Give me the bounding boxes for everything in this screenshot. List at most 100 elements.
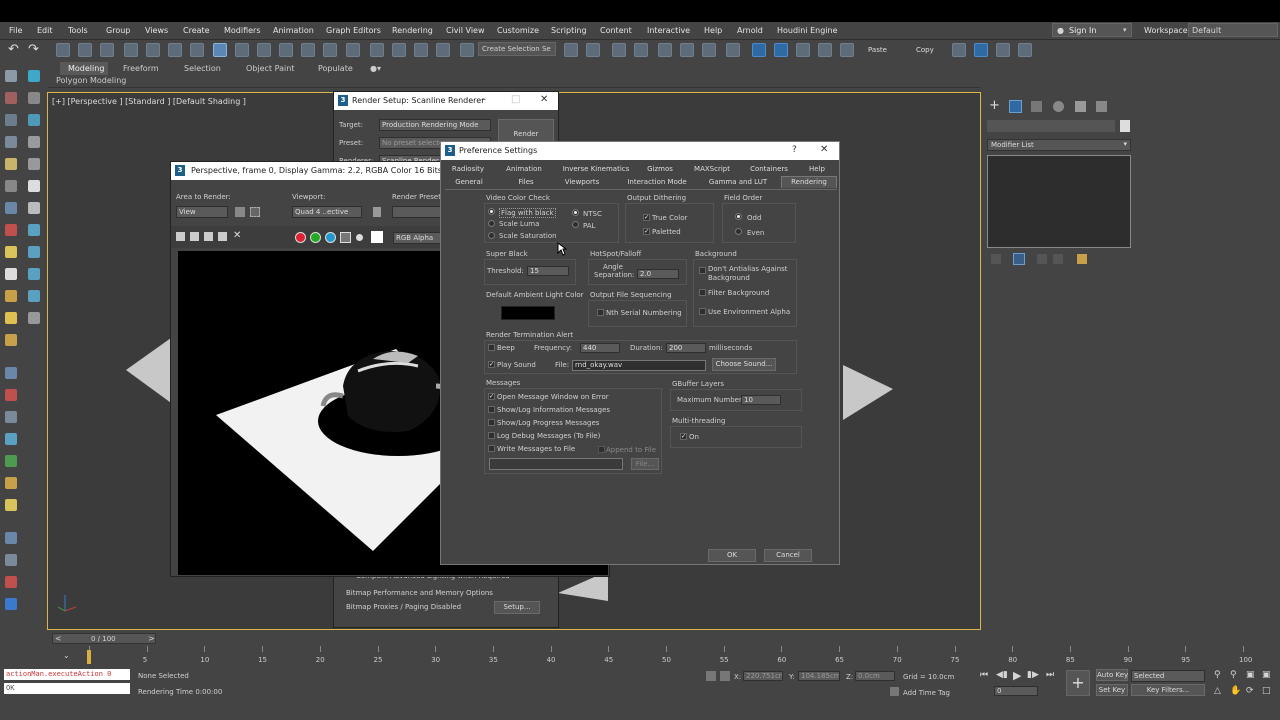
- area-to-render-dropdown[interactable]: View: [176, 206, 228, 218]
- select-by-name-icon[interactable]: [168, 43, 182, 57]
- menu-arnold[interactable]: Arnold: [737, 26, 763, 35]
- undo-icon[interactable]: ↶: [8, 42, 19, 57]
- material-editor-icon[interactable]: [726, 43, 740, 57]
- object-color-swatch[interactable]: [1120, 120, 1130, 132]
- even-label[interactable]: Even: [747, 229, 764, 237]
- render-setup-titlebar[interactable]: 3 Render Setup: Scanline Renderer – □ ✕: [334, 92, 558, 110]
- select-object-icon[interactable]: [146, 43, 160, 57]
- frequency-spinner[interactable]: 440: [580, 343, 620, 353]
- sign-in-button[interactable]: ● Sign In ▾: [1052, 23, 1132, 37]
- go-to-end-icon[interactable]: ⏭: [1046, 670, 1054, 680]
- pivot-center-icon[interactable]: [323, 43, 337, 57]
- copy-button[interactable]: Copy: [916, 46, 934, 54]
- tab-rendering[interactable]: Rendering: [781, 176, 837, 188]
- book-icon[interactable]: [996, 43, 1010, 57]
- key-selection-dropdown[interactable]: Selected: [1131, 670, 1205, 682]
- open-msg-window-checkbox[interactable]: ✓: [488, 393, 495, 400]
- globe-icon[interactable]: [5, 532, 17, 544]
- threshold-spinner[interactable]: 15: [527, 266, 569, 276]
- tab-freeform[interactable]: Freeform: [123, 64, 159, 73]
- edit-named-selection-icon[interactable]: [460, 43, 474, 57]
- show-info-label[interactable]: Show/Log Information Messages: [497, 406, 610, 414]
- tab-inverse-kinematics[interactable]: Inverse Kinematics: [561, 164, 631, 176]
- angle-separation-spinner[interactable]: 2.0: [637, 269, 679, 279]
- play-sound-label[interactable]: Play Sound: [497, 361, 536, 369]
- use-env-alpha-label[interactable]: Use Environment Alpha: [708, 308, 790, 316]
- maxscript-listener-input[interactable]: actionMan.executeAction 0: [4, 669, 130, 680]
- show-progress-checkbox[interactable]: [488, 419, 495, 426]
- sphere-gold-icon[interactable]: [5, 334, 17, 346]
- set-key-mode-icon[interactable]: +: [1066, 670, 1090, 696]
- menu-group[interactable]: Group: [106, 26, 130, 35]
- menu-graph-editors[interactable]: Graph Editors: [326, 26, 381, 35]
- dynamics-icon[interactable]: [5, 389, 17, 401]
- y-coordinate-field[interactable]: 104.185cm: [798, 671, 840, 681]
- schematic-view-icon[interactable]: [702, 43, 716, 57]
- library-icon[interactable]: [1018, 43, 1032, 57]
- absolute-mode-icon[interactable]: [720, 671, 730, 681]
- record-icon[interactable]: [5, 576, 17, 588]
- x-coordinate-field[interactable]: 220.751cm: [743, 671, 783, 681]
- show-progress-label[interactable]: Show/Log Progress Messages: [497, 419, 599, 427]
- print-image-icon[interactable]: [218, 232, 227, 241]
- 3ds-icon[interactable]: [5, 598, 17, 610]
- rectangular-selection-icon[interactable]: [190, 43, 204, 57]
- use-env-alpha-checkbox[interactable]: [699, 308, 706, 315]
- flag-with-black-radio[interactable]: [488, 208, 495, 215]
- render-preset-dropdown[interactable]: [392, 206, 442, 218]
- tab-gamma-and-lut[interactable]: Gamma and LUT: [707, 177, 769, 189]
- a360-gallery-icon[interactable]: [840, 43, 854, 57]
- tab-viewports[interactable]: Viewports: [561, 177, 603, 189]
- play-sound-checkbox[interactable]: ✓: [488, 361, 495, 368]
- light-icon[interactable]: [28, 70, 40, 82]
- ok-button[interactable]: OK: [708, 549, 756, 562]
- clear-icon[interactable]: ✕: [233, 230, 241, 241]
- dont-antialias-checkbox[interactable]: [699, 267, 706, 274]
- append-to-file-checkbox[interactable]: [598, 446, 605, 453]
- place-icon[interactable]: [279, 43, 293, 57]
- align-icon[interactable]: [586, 43, 600, 57]
- menu-help[interactable]: Help: [704, 26, 722, 35]
- render-setup-icon[interactable]: [752, 43, 766, 57]
- ribbon-options-icon[interactable]: ●▾: [370, 64, 381, 73]
- true-color-checkbox[interactable]: ✓: [643, 214, 650, 221]
- torus-icon[interactable]: [5, 136, 17, 148]
- swatch-white[interactable]: [371, 231, 383, 243]
- max-number-spinner[interactable]: 10: [741, 395, 781, 405]
- ambient-color-swatch[interactable]: [501, 306, 555, 320]
- teapot-icon[interactable]: [28, 224, 40, 236]
- previous-frame-icon[interactable]: ◀▮: [996, 670, 1008, 680]
- odd-radio[interactable]: [735, 213, 742, 220]
- hedra-icon[interactable]: [28, 290, 40, 302]
- menu-scripting[interactable]: Scripting: [551, 26, 587, 35]
- paletted-checkbox[interactable]: ✓: [643, 228, 650, 235]
- blue-channel-icon[interactable]: [325, 232, 336, 243]
- camera-icon[interactable]: [5, 202, 17, 214]
- help-button[interactable]: ?: [792, 145, 797, 155]
- setup-button[interactable]: Setup...: [494, 601, 540, 614]
- dont-antialias-label[interactable]: Don't Antialias Against Background: [708, 265, 794, 283]
- write-messages-label[interactable]: Write Messages to File: [497, 445, 575, 453]
- character-icon[interactable]: [5, 477, 17, 489]
- multithreading-on-label[interactable]: On: [689, 433, 699, 441]
- container-icon[interactable]: [952, 43, 966, 57]
- add-time-tag-button[interactable]: Add Time Tag: [903, 689, 950, 697]
- filter-background-checkbox[interactable]: [699, 289, 706, 296]
- ntsc-radio[interactable]: [572, 209, 579, 216]
- auto-key-button[interactable]: Auto Key: [1096, 669, 1128, 681]
- clone-window-icon[interactable]: [204, 232, 213, 241]
- percent-snap-icon[interactable]: [414, 43, 428, 57]
- pin-stack-icon[interactable]: [991, 254, 1001, 264]
- preference-titlebar[interactable]: 3 Preference Settings ? ✕: [441, 142, 839, 160]
- workspaces-dropdown[interactable]: Default: [1188, 23, 1278, 37]
- scale-icon[interactable]: [257, 43, 271, 57]
- zoom-all-icon[interactable]: ⚲: [1230, 670, 1237, 680]
- tab-populate[interactable]: Populate: [318, 64, 353, 73]
- paletted-label[interactable]: Paletted: [652, 228, 681, 236]
- true-color-label[interactable]: True Color: [652, 214, 687, 222]
- move-icon[interactable]: [213, 43, 227, 57]
- timeline-ruler[interactable]: 5 10 15 20 25 30 35 40 45 50 55 60 65 70 75 80 85 90 95 100: [47, 632, 1280, 666]
- save-image-icon[interactable]: [176, 232, 185, 241]
- menu-customize[interactable]: Customize: [497, 26, 539, 35]
- scale-luma-label[interactable]: Scale Luma: [499, 220, 539, 228]
